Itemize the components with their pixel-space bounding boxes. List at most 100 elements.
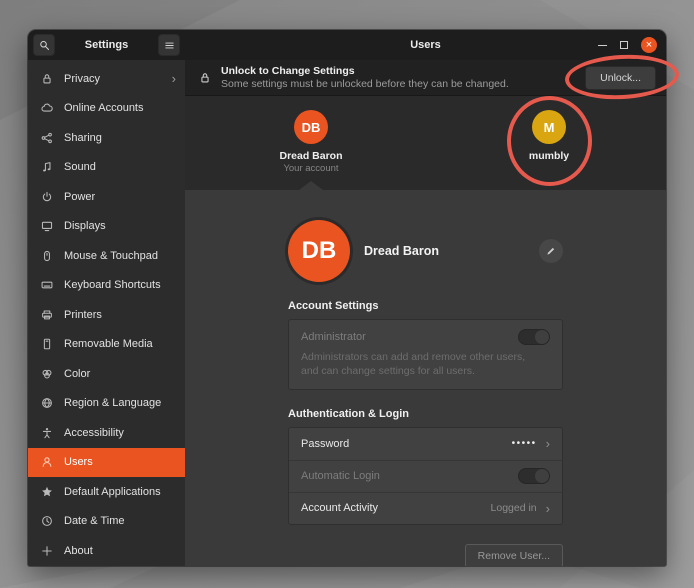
keyboard-icon (40, 278, 54, 292)
lock-icon (40, 72, 54, 86)
sidebar-item-label: Printers (64, 309, 102, 321)
toggle-knob (535, 330, 549, 344)
plus-icon (40, 544, 54, 558)
sidebar-item-label: Sound (64, 161, 96, 173)
search-icon (38, 39, 51, 52)
share-icon (40, 131, 54, 145)
unlock-title: Unlock to Change Settings (221, 65, 509, 77)
lock-icon (198, 71, 212, 85)
sidebar-item-label: Mouse & Touchpad (64, 250, 158, 262)
sidebar-item-label: Color (64, 368, 90, 380)
user-carousel: DB Dread Baron Your account M mumbly (185, 96, 666, 190)
sidebar-headerbar: Settings (28, 30, 185, 60)
sidebar-item-default-applications[interactable]: Default Applications (28, 477, 185, 507)
unlock-subtitle: Some settings must be unlocked before th… (221, 78, 509, 90)
menu-button[interactable] (158, 34, 180, 56)
sidebar-item-privacy[interactable]: Privacy› (28, 64, 185, 94)
window-body: Privacy›Online AccountsSharingSoundPower… (28, 60, 666, 566)
profile-row: DB Dread Baron (288, 220, 563, 282)
page-title: Users (185, 39, 666, 51)
sidebar-item-accessibility[interactable]: Accessibility (28, 418, 185, 448)
hamburger-menu-icon (163, 39, 176, 52)
sidebar-list: Privacy› Online Accounts Sharing Sound Power… (28, 60, 185, 566)
mouse-icon (40, 249, 54, 263)
minimize-icon (598, 45, 607, 46)
users-icon (40, 455, 54, 469)
search-button[interactable] (33, 34, 55, 56)
auth-login-heading: Authentication & Login (288, 408, 563, 420)
sidebar-item-label: Users (64, 456, 93, 468)
password-value: ••••• (512, 438, 537, 449)
sidebar-item-users[interactable]: Users (28, 448, 185, 478)
clock-icon (40, 514, 54, 528)
close-button[interactable]: × (641, 37, 657, 53)
sidebar-item-label: Keyboard Shortcuts (64, 279, 161, 291)
automatic-login-label: Automatic Login (301, 470, 380, 482)
carousel-user-name: mumbly (529, 150, 569, 162)
sidebar-item-label: Date & Time (64, 515, 125, 527)
sidebar-item-region-language[interactable]: Region & Language (28, 389, 185, 419)
accessibility-icon (40, 426, 54, 440)
window-controls: × (598, 30, 657, 60)
edit-avatar-button[interactable] (539, 239, 563, 263)
unlock-banner: Unlock to Change Settings Some settings … (185, 60, 666, 96)
remove-user-row: Remove User... (288, 544, 563, 566)
sidebar-item-color[interactable]: Color (28, 359, 185, 389)
sidebar-item-label: Accessibility (64, 427, 124, 439)
app-title: Settings (55, 39, 158, 51)
remove-user-button[interactable]: Remove User... (465, 544, 563, 566)
account-settings-heading: Account Settings (288, 300, 563, 312)
sidebar-item-keyboard-shortcuts[interactable]: Keyboard Shortcuts (28, 271, 185, 301)
users-panel: Unlock to Change Settings Some settings … (185, 60, 666, 566)
avatar: DB (294, 110, 328, 144)
password-row[interactable]: Password ••••• › (289, 428, 562, 460)
sidebar-item-sharing[interactable]: Sharing (28, 123, 185, 153)
sidebar-item-label: Displays (64, 220, 106, 232)
automatic-login-toggle[interactable] (518, 468, 550, 484)
sidebar-item-removable-media[interactable]: Removable Media (28, 330, 185, 360)
toggle-knob (535, 469, 549, 483)
sidebar-item-mouse-touchpad[interactable]: Mouse & Touchpad (28, 241, 185, 271)
sidebar-item-label: Removable Media (64, 338, 153, 350)
globe-icon (40, 396, 54, 410)
carousel-user-subtitle: Your account (283, 163, 338, 174)
carousel-user-dread-baron[interactable]: DB Dread Baron Your account (221, 110, 401, 174)
sidebar-item-displays[interactable]: Displays (28, 212, 185, 242)
sidebar-item-label: Default Applications (64, 486, 161, 498)
selected-user-notch (299, 181, 323, 190)
administrator-label: Administrator (301, 331, 366, 343)
sidebar-item-label: Power (64, 191, 95, 203)
sidebar-item-sound[interactable]: Sound (28, 153, 185, 183)
removable-media-icon (40, 337, 54, 351)
user-detail: DB Dread Baron Account Settings Administ… (185, 190, 666, 566)
sidebar-item-about[interactable]: About (28, 536, 185, 566)
avatar: M (532, 110, 566, 144)
account-settings-card: Administrator Administrators can add and… (288, 319, 563, 390)
power-icon (40, 190, 54, 204)
account-activity-row[interactable]: Account Activity Logged in › (289, 492, 562, 524)
maximize-icon (620, 41, 628, 49)
sidebar-item-online-accounts[interactable]: Online Accounts (28, 94, 185, 124)
carousel-user-name: Dread Baron (279, 150, 342, 162)
sidebar-item-printers[interactable]: Printers (28, 300, 185, 330)
auth-login-card: Password ••••• › Automatic Login Account… (288, 427, 563, 525)
sidebar-item-date-time[interactable]: Date & Time (28, 507, 185, 537)
settings-window: Settings Users × Privacy›Online Accounts… (28, 30, 666, 566)
administrator-toggle[interactable] (518, 329, 550, 345)
desktop: Settings Users × Privacy›Online Accounts… (0, 0, 694, 588)
unlock-button[interactable]: Unlock... (585, 66, 656, 90)
sidebar-item-label: Privacy (64, 73, 100, 85)
administrator-row: Administrator Administrators can add and… (289, 320, 562, 389)
carousel-user-mumbly[interactable]: M mumbly (459, 110, 639, 162)
printer-icon (40, 308, 54, 322)
minimize-button[interactable] (598, 45, 607, 46)
sidebar-item-power[interactable]: Power (28, 182, 185, 212)
sidebar-item-label: Sharing (64, 132, 102, 144)
profile-name: Dread Baron (364, 244, 439, 258)
maximize-button[interactable] (620, 41, 628, 49)
administrator-description: Administrators can add and remove other … (301, 351, 538, 379)
chevron-right-icon: › (546, 437, 550, 450)
account-activity-label: Account Activity (301, 502, 378, 514)
pencil-icon (545, 245, 557, 257)
sidebar-item-label: Online Accounts (64, 102, 144, 114)
